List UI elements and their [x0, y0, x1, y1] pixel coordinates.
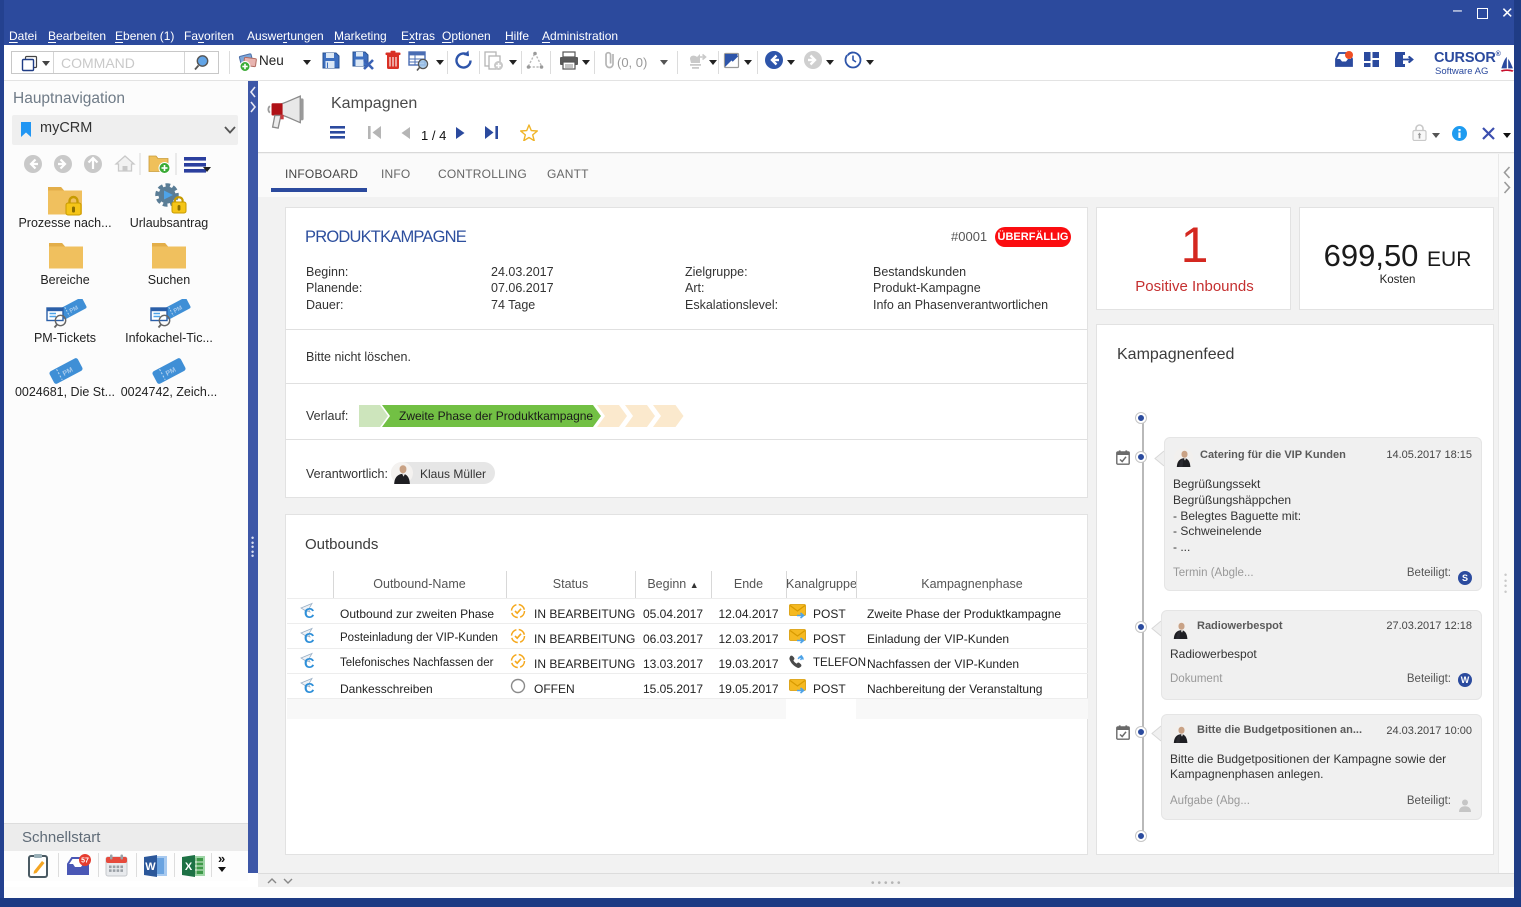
svg-text:X: X: [185, 861, 193, 873]
svg-text:57: 57: [81, 858, 89, 865]
svg-text:W: W: [145, 861, 156, 873]
